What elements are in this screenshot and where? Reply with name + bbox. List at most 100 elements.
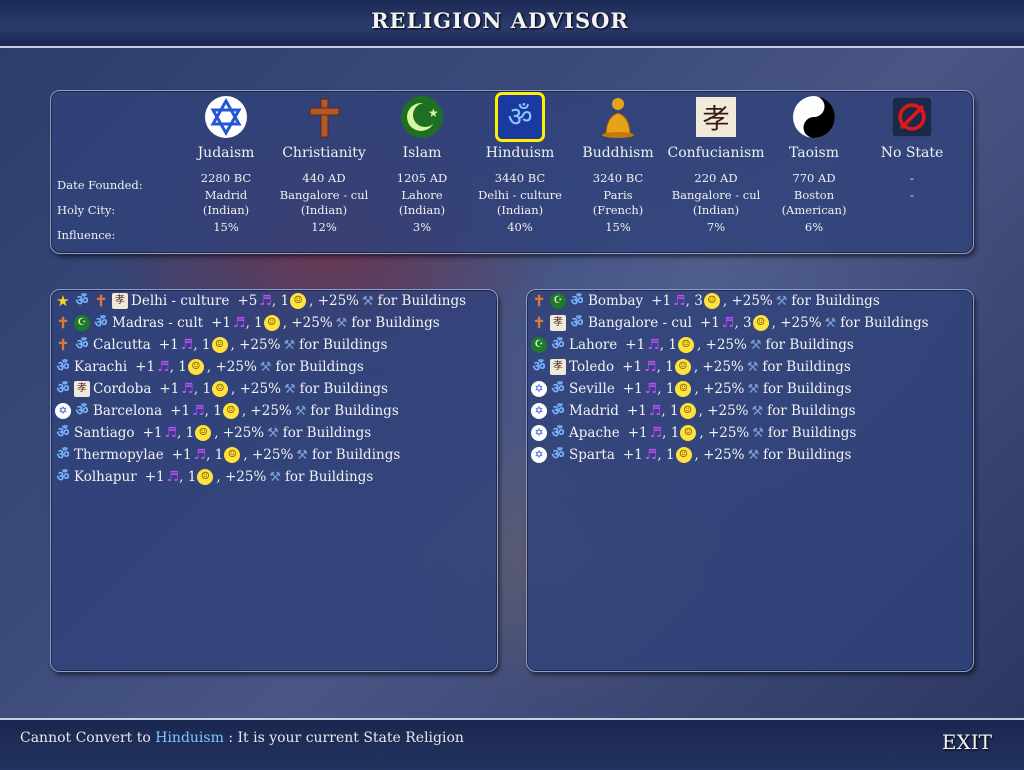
culture-value: +1 xyxy=(700,315,720,331)
production-bonus: +25% xyxy=(291,315,332,331)
no-state-icon[interactable] xyxy=(890,95,934,139)
culture-value: +1 xyxy=(627,403,647,419)
hammer-icon: ⚒ xyxy=(267,426,279,441)
yin-yang-icon[interactable] xyxy=(792,95,836,139)
christianity-icon: ✝ xyxy=(93,293,109,309)
production-bonus: +25% xyxy=(706,337,747,353)
city-row[interactable]: ॐKolhapur+1♬, 1☺, +25%⚒for Buildings xyxy=(55,466,466,488)
buddha-icon[interactable] xyxy=(596,95,640,139)
production-bonus: +25% xyxy=(703,447,744,463)
religion-name: Judaism xyxy=(177,145,275,161)
production-bonus: +25% xyxy=(239,337,280,353)
happiness-value: 1 xyxy=(666,447,675,463)
hinduism-icon: ॐ xyxy=(550,403,566,419)
hammer-icon: ⚒ xyxy=(752,404,764,419)
hammer-icon: ⚒ xyxy=(284,382,296,397)
bonus-label: for Buildings xyxy=(763,381,851,397)
city-row[interactable]: ✡ॐSparta+1♬, 1☺, +25%⚒for Buildings xyxy=(531,444,929,466)
culture-note-icon: ♬ xyxy=(192,403,205,419)
city-name: Apache xyxy=(569,425,620,441)
religion-column-islam: ★Islam1205 ADLahore(Indian)3% xyxy=(373,95,471,235)
holy-city: Lahore xyxy=(373,188,471,203)
happy-face-icon: ☺ xyxy=(290,293,306,309)
city-row[interactable]: ॐThermopylae+1♬, 1☺, +25%⚒for Buildings xyxy=(55,444,466,466)
city-row[interactable]: ✡ॐBarcelona+1♬, 1☺, +25%⚒for Buildings xyxy=(55,400,466,422)
hinduism-icon: ॐ xyxy=(569,315,585,331)
religion-column-taoism: Taoism770 ADBoston(American)6% xyxy=(765,95,863,235)
city-row[interactable]: ॐ孝Cordoba+1♬, 1☺, +25%⚒for Buildings xyxy=(55,378,466,400)
hammer-icon: ⚒ xyxy=(747,448,759,463)
hinduism-icon: ॐ xyxy=(531,359,547,375)
city-name: Delhi - culture xyxy=(131,293,229,309)
culture-note-icon: ♬ xyxy=(644,359,657,375)
city-row[interactable]: ॐKarachi+1♬, 1☺, +25%⚒for Buildings xyxy=(55,356,466,378)
religion-name: Buddhism xyxy=(569,145,667,161)
bonus-label: for Buildings xyxy=(768,425,856,441)
holy-city: Bangalore - cul xyxy=(667,188,765,203)
culture-note-icon: ♬ xyxy=(259,293,272,309)
city-name: Seville xyxy=(569,381,615,397)
production-bonus: +25% xyxy=(780,315,821,331)
bonus-label: for Buildings xyxy=(351,315,439,331)
hinduism-icon: ॐ xyxy=(55,425,71,441)
influence: - xyxy=(863,188,961,203)
culture-value: +1 xyxy=(159,337,179,353)
influence: 15% xyxy=(569,220,667,235)
culture-note-icon: ♬ xyxy=(649,403,662,419)
hammer-icon: ⚒ xyxy=(336,316,348,331)
status-religion[interactable]: Hinduism xyxy=(155,730,224,746)
city-name: Sparta xyxy=(569,447,615,463)
om-icon[interactable]: ॐ xyxy=(498,95,542,139)
confucian-symbol-icon[interactable]: 孝 xyxy=(694,95,738,139)
crescent-icon[interactable]: ★ xyxy=(400,95,444,139)
religion-column-buddhism: Buddhism3240 BCParis(French)15% xyxy=(569,95,667,235)
culture-note-icon: ♬ xyxy=(645,447,658,463)
city-row[interactable]: ✝☪ॐBombay+1♬, 3☺, +25%⚒for Buildings xyxy=(531,290,929,312)
production-bonus: +25% xyxy=(707,403,748,419)
happy-face-icon: ☺ xyxy=(675,381,691,397)
religion-column-hinduism: ॐHinduism3440 BCDelhi - culture(Indian)4… xyxy=(471,95,569,235)
holy-city-civ: (American) xyxy=(765,203,863,218)
bonus-label: for Buildings xyxy=(310,403,398,419)
production-bonus: +25% xyxy=(702,359,743,375)
holy-city: Paris xyxy=(569,188,667,203)
city-name: Calcutta xyxy=(93,337,151,353)
city-row[interactable]: ✝ॐCalcutta+1♬, 1☺, +25%⚒for Buildings xyxy=(55,334,466,356)
influence: 12% xyxy=(275,220,373,235)
status-bar: Cannot Convert to Hinduism : It is your … xyxy=(0,718,1024,770)
culture-note-icon: ♬ xyxy=(194,447,207,463)
status-prefix: Cannot Convert to xyxy=(20,730,151,746)
city-row[interactable]: ★ॐ✝孝Delhi - culture+5♬, 1☺, +25%⚒for Bui… xyxy=(55,290,466,312)
hammer-icon: ⚒ xyxy=(776,294,788,309)
star-of-david-icon[interactable] xyxy=(204,95,248,139)
holy-city-civ: (French) xyxy=(569,203,667,218)
status-message: Cannot Convert to Hinduism : It is your … xyxy=(20,730,464,746)
happiness-value: 3 xyxy=(743,315,752,331)
city-row[interactable]: ॐSantiago+1♬, 1☺, +25%⚒for Buildings xyxy=(55,422,466,444)
happy-face-icon: ☺ xyxy=(197,469,213,485)
happy-face-icon: ☺ xyxy=(188,359,204,375)
happy-face-icon: ☺ xyxy=(224,447,240,463)
hammer-icon: ⚒ xyxy=(747,360,759,375)
city-row[interactable]: ✝孝ॐBangalore - cul+1♬, 3☺, +25%⚒for Buil… xyxy=(531,312,929,334)
city-row[interactable]: ✡ॐMadrid+1♬, 1☺, +25%⚒for Buildings xyxy=(531,400,929,422)
city-row[interactable]: ✡ॐApache+1♬, 1☺, +25%⚒for Buildings xyxy=(531,422,929,444)
happiness-value: 1 xyxy=(178,359,187,375)
city-row[interactable]: ☪ॐLahore+1♬, 1☺, +25%⚒for Buildings xyxy=(531,334,929,356)
city-name: Lahore xyxy=(569,337,617,353)
judaism-icon: ✡ xyxy=(531,425,547,441)
date-founded: 1205 AD xyxy=(373,171,471,186)
date-founded: 3440 BC xyxy=(471,171,569,186)
holy-city: Madrid xyxy=(177,188,275,203)
city-row[interactable]: ✡ॐSeville+1♬, 1☺, +25%⚒for Buildings xyxy=(531,378,929,400)
hammer-icon: ⚒ xyxy=(362,294,374,309)
hinduism-icon: ॐ xyxy=(93,315,109,331)
exit-button[interactable]: EXIT xyxy=(942,730,992,754)
culture-value: +1 xyxy=(145,469,165,485)
city-row[interactable]: ॐ孝Toledo+1♬, 1☺, +25%⚒for Buildings xyxy=(531,356,929,378)
city-row[interactable]: ✝☪ॐMadras - cult+1♬, 1☺, +25%⚒for Buildi… xyxy=(55,312,466,334)
date-founded: 770 AD xyxy=(765,171,863,186)
cross-icon[interactable] xyxy=(302,95,346,139)
culture-value: +1 xyxy=(623,447,643,463)
state-religion-star-icon: ★ xyxy=(55,293,71,309)
